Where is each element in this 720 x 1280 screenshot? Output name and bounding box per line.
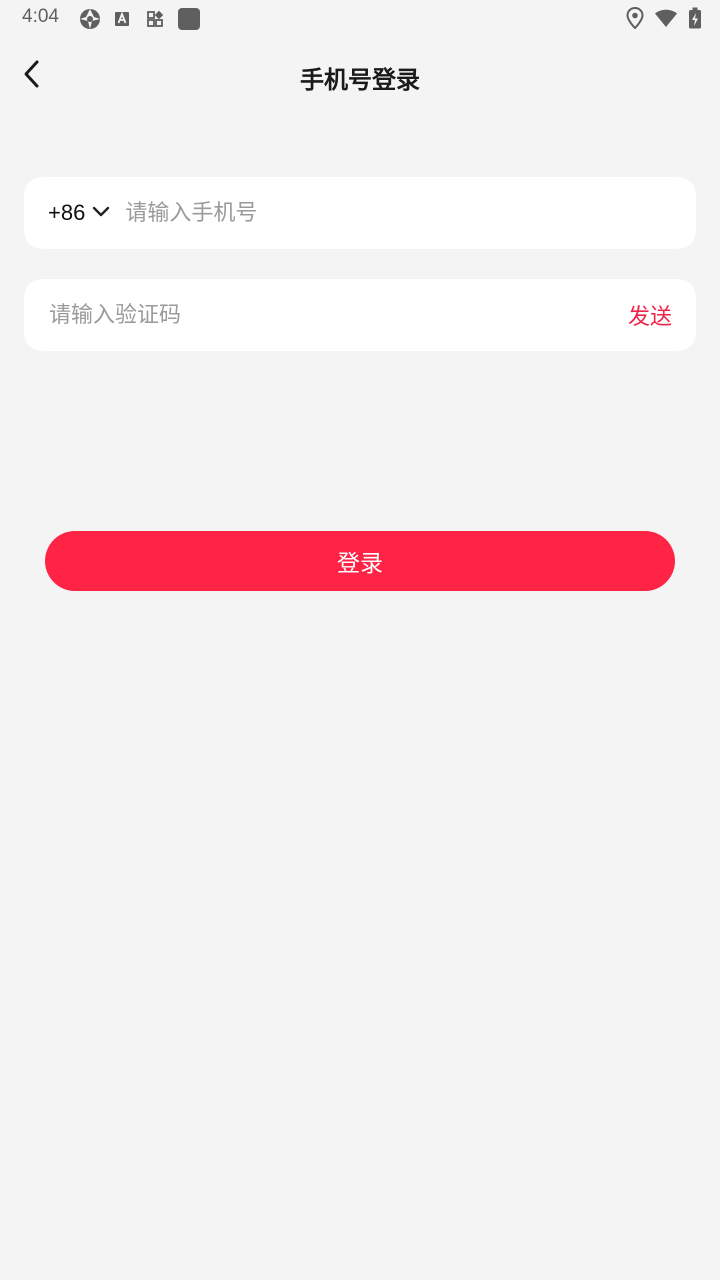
code-field-card: 发送 [24, 279, 696, 351]
wifi-icon [654, 8, 678, 28]
header: 手机号登录 [0, 46, 720, 106]
send-code-button[interactable]: 发送 [628, 299, 672, 331]
login-button[interactable]: 登录 [45, 531, 675, 591]
phone-field-card: +86 [24, 177, 696, 249]
translate-a-icon [113, 9, 133, 29]
chevron-down-icon [91, 204, 111, 223]
battery-charging-icon [688, 7, 702, 29]
widgets-icon [145, 9, 165, 29]
country-code-selector[interactable]: +86 [48, 200, 111, 226]
page-title: 手机号登录 [300, 66, 420, 94]
location-pin-icon [626, 7, 644, 29]
status-bar: 4:04 [0, 0, 720, 36]
verification-code-input[interactable] [49, 295, 628, 335]
aperture-icon [79, 8, 101, 30]
status-icons-left [79, 7, 201, 31]
status-icons-right [626, 7, 702, 29]
country-code-value: +86 [48, 200, 86, 225]
phone-number-input[interactable] [125, 193, 672, 233]
status-time: 4:04 [22, 6, 59, 27]
app-square-icon [177, 7, 201, 31]
